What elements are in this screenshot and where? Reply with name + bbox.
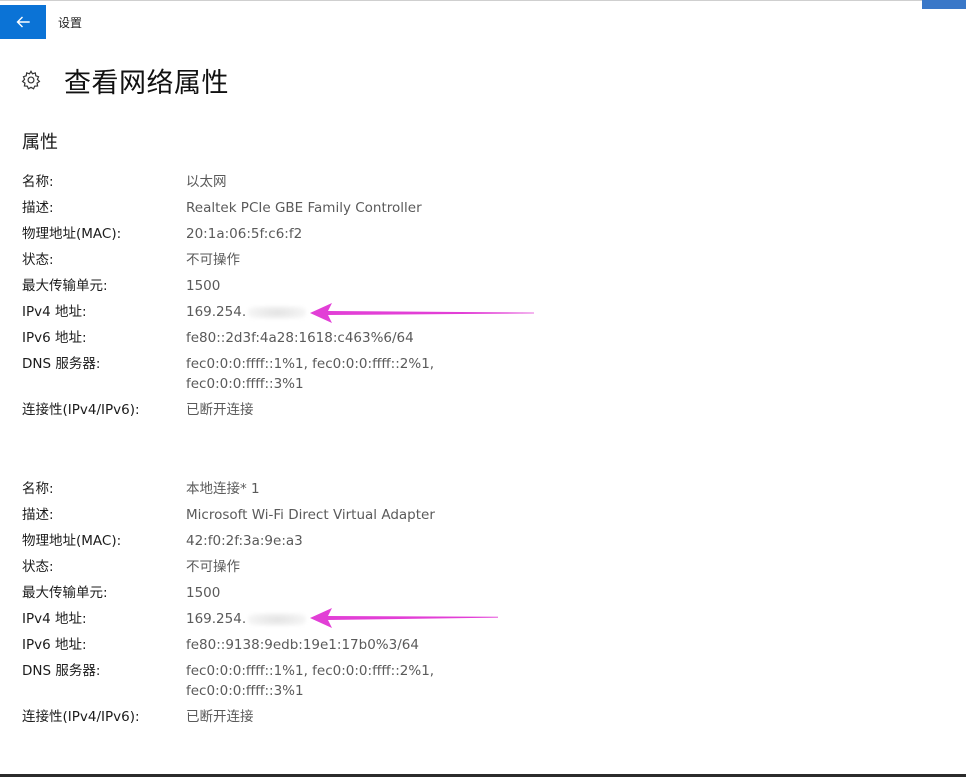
property-value: fe80::9138:9edb:19e1:17b0%3/64 — [186, 637, 419, 653]
property-row-name: 名称: 以太网 — [22, 172, 722, 198]
property-row-mtu: 最大传输单元: 1500 — [22, 276, 722, 302]
property-label: IPv6 地址: — [22, 637, 87, 653]
property-row-ipv6: IPv6 地址: fe80::2d3f:4a28:1618:c463%6/64 — [22, 328, 722, 354]
annotation-arrow-icon — [310, 303, 534, 323]
property-value: 已断开连接 — [186, 709, 254, 725]
property-value: 本地连接* 1 — [186, 481, 260, 497]
section-title: 属性 — [22, 132, 58, 153]
window-corner-accent — [922, 0, 966, 9]
property-value-ipv4: 169.254. — [186, 302, 307, 322]
property-row-mac: 物理地址(MAC): 20:1a:06:5f:c6:f2 — [22, 224, 722, 250]
property-row-dns: DNS 服务器: fec0:0:0:ffff::1%1, fec0:0:0:ff… — [22, 661, 722, 707]
property-value: 已断开连接 — [186, 402, 254, 418]
property-label: 描述: — [22, 200, 54, 216]
property-row-status: 状态: 不可操作 — [22, 557, 722, 583]
adapter-properties-1: 名称: 以太网 描述: Realtek PCIe GBE Family Cont… — [22, 172, 722, 426]
ipv4-address-text: 169.254. — [186, 611, 247, 627]
property-label: 连接性(IPv4/IPv6): — [22, 709, 140, 725]
property-row-status: 状态: 不可操作 — [22, 250, 722, 276]
property-value: fec0:0:0:ffff::1%1, fec0:0:0:ffff::2%1, … — [186, 663, 435, 699]
property-label: IPv4 地址: — [22, 611, 87, 627]
page-header: 查看网络属性 — [20, 58, 229, 102]
property-row-description: 描述: Realtek PCIe GBE Family Controller — [22, 198, 722, 224]
settings-window: 设置 查看网络属性 属性 名称: 以太网 描述: Realtek PCIe GB… — [0, 0, 966, 777]
property-value: 20:1a:06:5f:c6:f2 — [186, 226, 303, 242]
property-row-connectivity: 连接性(IPv4/IPv6): 已断开连接 — [22, 400, 722, 426]
property-row-description: 描述: Microsoft Wi-Fi Direct Virtual Adapt… — [22, 505, 722, 531]
arrow-left-icon — [16, 16, 30, 28]
property-value-ipv4: 169.254. — [186, 609, 307, 629]
property-row-mac: 物理地址(MAC): 42:f0:2f:3a:9e:a3 — [22, 531, 722, 557]
redacted-blur — [248, 305, 307, 319]
property-value: 以太网 — [186, 174, 227, 190]
property-row-name: 名称: 本地连接* 1 — [22, 479, 722, 505]
property-label: 状态: — [22, 559, 54, 575]
property-label: IPv4 地址: — [22, 304, 87, 320]
property-value: fec0:0:0:ffff::1%1, fec0:0:0:ffff::2%1, … — [186, 356, 435, 392]
property-value: 42:f0:2f:3a:9e:a3 — [186, 533, 303, 549]
annotation-arrow-icon — [310, 608, 498, 628]
property-label: 名称: — [22, 481, 54, 497]
property-value: Microsoft Wi-Fi Direct Virtual Adapter — [186, 507, 435, 523]
property-value: 不可操作 — [186, 559, 240, 575]
property-row-ipv6: IPv6 地址: fe80::9138:9edb:19e1:17b0%3/64 — [22, 635, 722, 661]
property-value: Realtek PCIe GBE Family Controller — [186, 200, 422, 216]
property-label: 物理地址(MAC): — [22, 533, 122, 549]
redacted-blur — [248, 612, 307, 626]
property-label: 物理地址(MAC): — [22, 226, 122, 242]
property-label: 状态: — [22, 252, 54, 268]
property-label: IPv6 地址: — [22, 330, 87, 346]
ipv4-address-text: 169.254. — [186, 304, 247, 320]
property-row-dns: DNS 服务器: fec0:0:0:ffff::1%1, fec0:0:0:ff… — [22, 354, 722, 400]
window-top-border — [0, 0, 966, 1]
property-row-connectivity: 连接性(IPv4/IPv6): 已断开连接 — [22, 707, 722, 733]
app-title: 设置 — [58, 16, 83, 30]
gear-icon — [21, 70, 41, 90]
property-label: 最大传输单元: — [22, 278, 108, 294]
property-label: 描述: — [22, 507, 54, 523]
property-value: 不可操作 — [186, 252, 240, 268]
property-label: 最大传输单元: — [22, 585, 108, 601]
page-title: 查看网络属性 — [64, 67, 229, 99]
property-label: DNS 服务器: — [22, 356, 101, 372]
property-value: 1500 — [186, 585, 221, 601]
property-value: fe80::2d3f:4a28:1618:c463%6/64 — [186, 330, 414, 346]
property-label: 名称: — [22, 174, 54, 190]
property-label: 连接性(IPv4/IPv6): — [22, 402, 140, 418]
property-value: 1500 — [186, 278, 221, 294]
title-bar: 设置 — [0, 5, 700, 39]
back-button[interactable] — [0, 5, 46, 39]
property-label: DNS 服务器: — [22, 663, 101, 679]
